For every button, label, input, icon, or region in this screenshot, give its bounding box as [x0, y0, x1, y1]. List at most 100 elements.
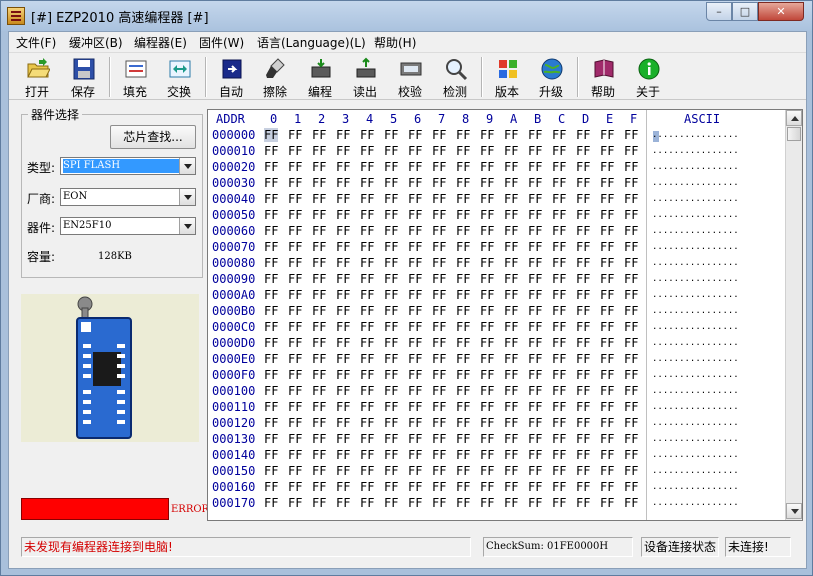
hex-buffer-view[interactable]: ADDR 0 1 2 3 4 5 6 7 8 9 A B C D E F ASCII 000000 FF FF FF FF F…	[207, 109, 803, 521]
hex-byte-cell[interactable]: FF	[288, 496, 302, 510]
hex-byte-cell[interactable]: FF	[600, 384, 614, 398]
hex-byte-cell[interactable]: FF	[456, 416, 470, 430]
hex-byte-cell[interactable]: FF	[432, 208, 446, 222]
hex-byte-cell[interactable]: FF	[432, 448, 446, 462]
hex-byte-cell[interactable]: FF	[480, 192, 494, 206]
hex-byte-cell[interactable]: FF	[384, 224, 398, 238]
hex-byte-cell[interactable]: FF	[624, 304, 638, 318]
hex-byte-cell[interactable]: FF	[624, 384, 638, 398]
hex-byte-cell[interactable]: FF	[408, 176, 422, 190]
hex-byte-cell[interactable]: FF	[312, 448, 326, 462]
swap-button[interactable]: 交换	[159, 55, 199, 99]
hex-byte-cell[interactable]: FF	[360, 176, 374, 190]
hex-byte-cell[interactable]: FF	[360, 224, 374, 238]
hex-byte-cell[interactable]: FF	[576, 320, 590, 334]
hex-byte-cell[interactable]: FF	[576, 240, 590, 254]
hex-byte-cell[interactable]: FF	[552, 320, 566, 334]
hex-byte-cell[interactable]: FF	[624, 176, 638, 190]
upgrade-button[interactable]: 升级	[531, 55, 571, 99]
hex-byte-cell[interactable]: FF	[624, 144, 638, 158]
hex-byte-cell[interactable]: FF	[360, 496, 374, 510]
hex-byte-cell[interactable]: FF	[624, 480, 638, 494]
hex-byte-cell[interactable]: FF	[384, 288, 398, 302]
hex-byte-cell[interactable]: FF	[456, 176, 470, 190]
hex-byte-cell[interactable]: FF	[456, 240, 470, 254]
hex-byte-cell[interactable]: FF	[480, 368, 494, 382]
hex-byte-cell[interactable]: FF	[600, 480, 614, 494]
hex-byte-cell[interactable]: FF	[264, 352, 278, 366]
hex-byte-cell[interactable]: FF	[480, 416, 494, 430]
hex-byte-cell[interactable]: FF	[456, 336, 470, 350]
hex-byte-cell[interactable]: FF	[336, 336, 350, 350]
hex-byte-cell[interactable]: FF	[480, 176, 494, 190]
hex-byte-cell[interactable]: FF	[480, 144, 494, 158]
hex-byte-cell[interactable]: FF	[624, 368, 638, 382]
hex-byte-cell[interactable]: FF	[264, 192, 278, 206]
hex-byte-cell[interactable]: FF	[408, 432, 422, 446]
hex-byte-cell[interactable]: FF	[456, 384, 470, 398]
hex-byte-cell[interactable]: FF	[336, 224, 350, 238]
version-button[interactable]: 版本	[487, 55, 527, 99]
hex-byte-cell[interactable]: FF	[480, 432, 494, 446]
hex-byte-cell[interactable]: FF	[288, 272, 302, 286]
hex-byte-cell[interactable]: FF	[360, 304, 374, 318]
save-button[interactable]: 保存	[63, 55, 103, 99]
hex-byte-cell[interactable]: FF	[528, 144, 542, 158]
hex-byte-cell[interactable]: FF	[408, 128, 422, 142]
help-button[interactable]: 帮助	[583, 55, 623, 99]
hex-byte-cell[interactable]: FF	[504, 448, 518, 462]
hex-byte-cell[interactable]: FF	[288, 368, 302, 382]
hex-byte-cell[interactable]: FF	[384, 480, 398, 494]
chevron-down-icon[interactable]	[179, 189, 195, 205]
hex-byte-cell[interactable]: FF	[408, 272, 422, 286]
menu-file[interactable]: 文件(F)	[16, 34, 56, 51]
hex-byte-cell[interactable]: FF	[264, 144, 278, 158]
hex-byte-cell[interactable]: FF	[336, 432, 350, 446]
hex-byte-cell[interactable]: FF	[312, 144, 326, 158]
hex-byte-cell[interactable]: FF	[336, 352, 350, 366]
hex-byte-cell[interactable]: FF	[504, 192, 518, 206]
hex-byte-cell[interactable]: FF	[528, 288, 542, 302]
hex-byte-cell[interactable]: FF	[576, 336, 590, 350]
hex-byte-cell[interactable]: FF	[384, 384, 398, 398]
hex-byte-cell[interactable]: FF	[552, 192, 566, 206]
hex-byte-cell[interactable]: FF	[528, 496, 542, 510]
hex-byte-cell[interactable]: FF	[408, 288, 422, 302]
hex-byte-cell[interactable]: FF	[360, 128, 374, 142]
hex-byte-cell[interactable]: FF	[408, 464, 422, 478]
hex-byte-cell[interactable]: FF	[624, 336, 638, 350]
hex-byte-cell[interactable]: FF	[624, 272, 638, 286]
close-button[interactable]: ✕	[758, 2, 804, 21]
hex-byte-cell[interactable]: FF	[504, 320, 518, 334]
detect-button[interactable]: 检测	[435, 55, 475, 99]
hex-byte-cell[interactable]: FF	[504, 384, 518, 398]
hex-byte-cell[interactable]: FF	[504, 480, 518, 494]
hex-byte-cell[interactable]: FF	[432, 496, 446, 510]
hex-byte-cell[interactable]: FF	[336, 320, 350, 334]
hex-byte-cell[interactable]: FF	[528, 320, 542, 334]
hex-byte-cell[interactable]: FF	[384, 432, 398, 446]
hex-byte-cell[interactable]: FF	[528, 416, 542, 430]
hex-byte-cell[interactable]: FF	[264, 320, 278, 334]
device-combo[interactable]: EN25F10	[60, 217, 196, 235]
hex-byte-cell[interactable]: FF	[432, 400, 446, 414]
hex-byte-cell[interactable]: FF	[456, 304, 470, 318]
hex-byte-cell[interactable]: FF	[600, 304, 614, 318]
auto-button[interactable]: 自动	[211, 55, 251, 99]
hex-byte-cell[interactable]: FF	[408, 304, 422, 318]
hex-byte-cell[interactable]: FF	[456, 496, 470, 510]
hex-byte-cell[interactable]: FF	[432, 128, 446, 142]
hex-byte-cell[interactable]: FF	[600, 288, 614, 302]
hex-byte-cell[interactable]: FF	[552, 368, 566, 382]
hex-byte-cell[interactable]: FF	[288, 480, 302, 494]
hex-byte-cell[interactable]: FF	[312, 368, 326, 382]
hex-byte-cell[interactable]: FF	[504, 128, 518, 142]
hex-byte-cell[interactable]: FF	[432, 480, 446, 494]
hex-byte-cell[interactable]: FF	[384, 320, 398, 334]
hex-byte-cell[interactable]: FF	[264, 400, 278, 414]
hex-byte-cell[interactable]: FF	[312, 480, 326, 494]
hex-byte-cell[interactable]: FF	[528, 176, 542, 190]
hex-byte-cell[interactable]: FF	[624, 256, 638, 270]
hex-byte-cell[interactable]: FF	[360, 448, 374, 462]
hex-byte-cell[interactable]: FF	[480, 320, 494, 334]
